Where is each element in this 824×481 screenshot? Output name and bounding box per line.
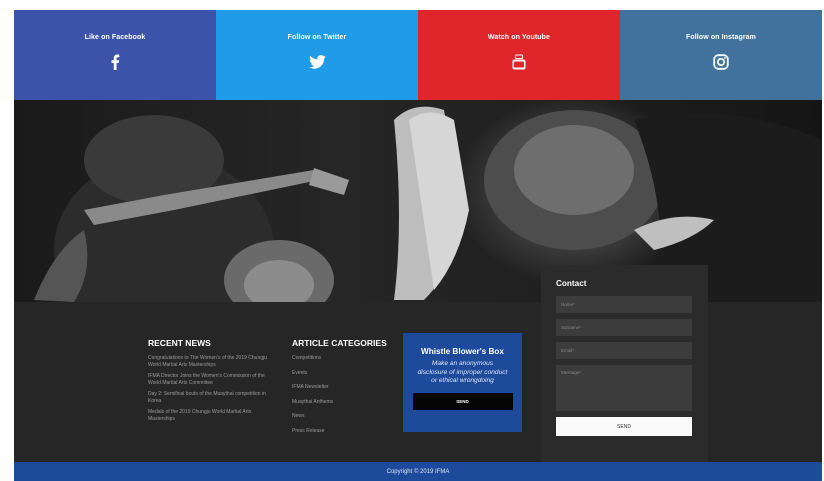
recent-news-section: RECENT NEWS Congratulations to The Women… bbox=[148, 338, 276, 427]
recent-news-heading: RECENT NEWS bbox=[148, 338, 211, 348]
news-link[interactable]: Congratulations to The Women's of the 20… bbox=[148, 355, 276, 368]
twitter-link[interactable]: Follow on Twitter bbox=[216, 10, 418, 100]
instagram-link[interactable]: Follow on Instagram bbox=[620, 10, 822, 100]
email-field[interactable]: Email* bbox=[556, 342, 692, 359]
facebook-link[interactable]: Like on Facebook bbox=[14, 10, 216, 100]
contact-form: Contact Name* Surname* Email* Message* S… bbox=[541, 265, 708, 462]
youtube-link[interactable]: Watch on Youtube bbox=[418, 10, 620, 100]
category-link-anthems[interactable]: Muaythai Anthems bbox=[292, 399, 402, 405]
news-link[interactable]: IFMA Director Joins the Women's Commissi… bbox=[148, 373, 276, 386]
whistle-description: Make an anonymous disclosure of improper… bbox=[417, 360, 508, 384]
copyright-bar: Copyright © 2019 IFMA bbox=[14, 462, 822, 481]
twitter-icon bbox=[308, 53, 326, 71]
category-link-events[interactable]: Events bbox=[292, 370, 402, 376]
whistle-blower-box: Whistle Blower's Box Make an anonymous d… bbox=[403, 333, 522, 432]
instagram-icon bbox=[712, 53, 730, 71]
name-field[interactable]: Name* bbox=[556, 296, 692, 313]
copyright-text: Copyright © 2019 IFMA bbox=[386, 468, 450, 475]
contact-send-button[interactable]: SEND bbox=[556, 417, 692, 436]
article-categories-heading: ARTICLE CATEGORIES bbox=[292, 338, 387, 348]
news-link[interactable]: Day 2: Semifinal bouts of the Muaythai c… bbox=[148, 391, 276, 404]
youtube-icon bbox=[510, 53, 528, 71]
article-categories-section: ARTICLE CATEGORIES Competitions Events I… bbox=[292, 338, 402, 442]
youtube-label: Watch on Youtube bbox=[487, 34, 551, 41]
category-link-competitions[interactable]: Competitions bbox=[292, 355, 402, 361]
surname-field[interactable]: Surname* bbox=[556, 319, 692, 336]
twitter-label: Follow on Twitter bbox=[287, 34, 347, 41]
message-field[interactable]: Message* bbox=[556, 365, 692, 411]
category-link-newsletter[interactable]: IFMA Newsletter bbox=[292, 384, 402, 390]
facebook-icon bbox=[106, 53, 124, 71]
news-link[interactable]: Medals of the 2019 Chungju World Martial… bbox=[148, 409, 276, 422]
facebook-label: Like on Facebook bbox=[84, 34, 146, 41]
instagram-label: Follow on Instagram bbox=[686, 34, 756, 41]
social-bar: Like on Facebook Follow on Twitter Watch… bbox=[14, 10, 822, 100]
whistle-send-button[interactable]: SEND bbox=[412, 392, 513, 410]
contact-title: Contact bbox=[556, 279, 587, 288]
site-footer: RECENT NEWS Congratulations to The Women… bbox=[14, 265, 822, 462]
category-link-press-release[interactable]: Press Release bbox=[292, 428, 402, 434]
whistle-title: Whistle Blower's Box bbox=[421, 347, 504, 356]
category-link-news[interactable]: News bbox=[292, 413, 402, 419]
